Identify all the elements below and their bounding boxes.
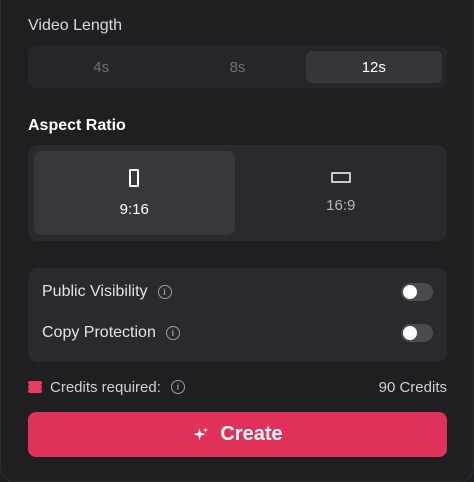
aspect-ratio-selector: 9:16 16:9 — [28, 145, 447, 241]
aspect-ratio-option-label: 16:9 — [326, 197, 356, 214]
public-visibility-row: Public Visibility i — [42, 280, 433, 304]
video-length-selector: 4s 8s 12s — [28, 46, 447, 88]
video-length-option-8s[interactable]: 8s — [169, 51, 305, 83]
aspect-ratio-label: Aspect Ratio — [28, 117, 126, 134]
public-visibility-label: Public Visibility — [42, 283, 148, 300]
video-length-option-4s[interactable]: 4s — [33, 51, 169, 83]
options-card: Public Visibility i Copy Protection i — [28, 268, 447, 362]
landscape-ratio-icon — [330, 172, 351, 183]
info-icon[interactable]: i — [157, 285, 172, 299]
portrait-ratio-icon — [129, 168, 140, 187]
copy-protection-toggle[interactable] — [401, 324, 433, 342]
create-button[interactable]: Create — [28, 412, 447, 457]
aspect-ratio-option-label: 9:16 — [119, 200, 149, 218]
coin-stack-icon — [28, 381, 42, 393]
aspect-ratio-option-16-9[interactable]: 16:9 — [241, 151, 442, 235]
info-icon[interactable]: i — [170, 380, 185, 394]
video-length-option-12s[interactable]: 12s — [305, 51, 442, 83]
copy-protection-row: Copy Protection i — [42, 321, 433, 345]
credits-row: Credits required: i 90 Credits — [28, 376, 447, 398]
toggle-knob — [403, 285, 417, 299]
info-icon[interactable]: i — [165, 326, 180, 340]
sparkle-icon — [193, 427, 209, 440]
credits-value: 90 Credits — [378, 378, 447, 396]
copy-protection-label: Copy Protection — [42, 324, 156, 341]
create-button-label: Create — [220, 423, 283, 445]
credits-required-label: Credits required: — [50, 378, 161, 396]
video-length-label: Video Length — [28, 17, 123, 34]
toggle-knob — [403, 326, 417, 340]
aspect-ratio-option-9-16[interactable]: 9:16 — [34, 151, 235, 235]
public-visibility-toggle[interactable] — [401, 283, 433, 301]
